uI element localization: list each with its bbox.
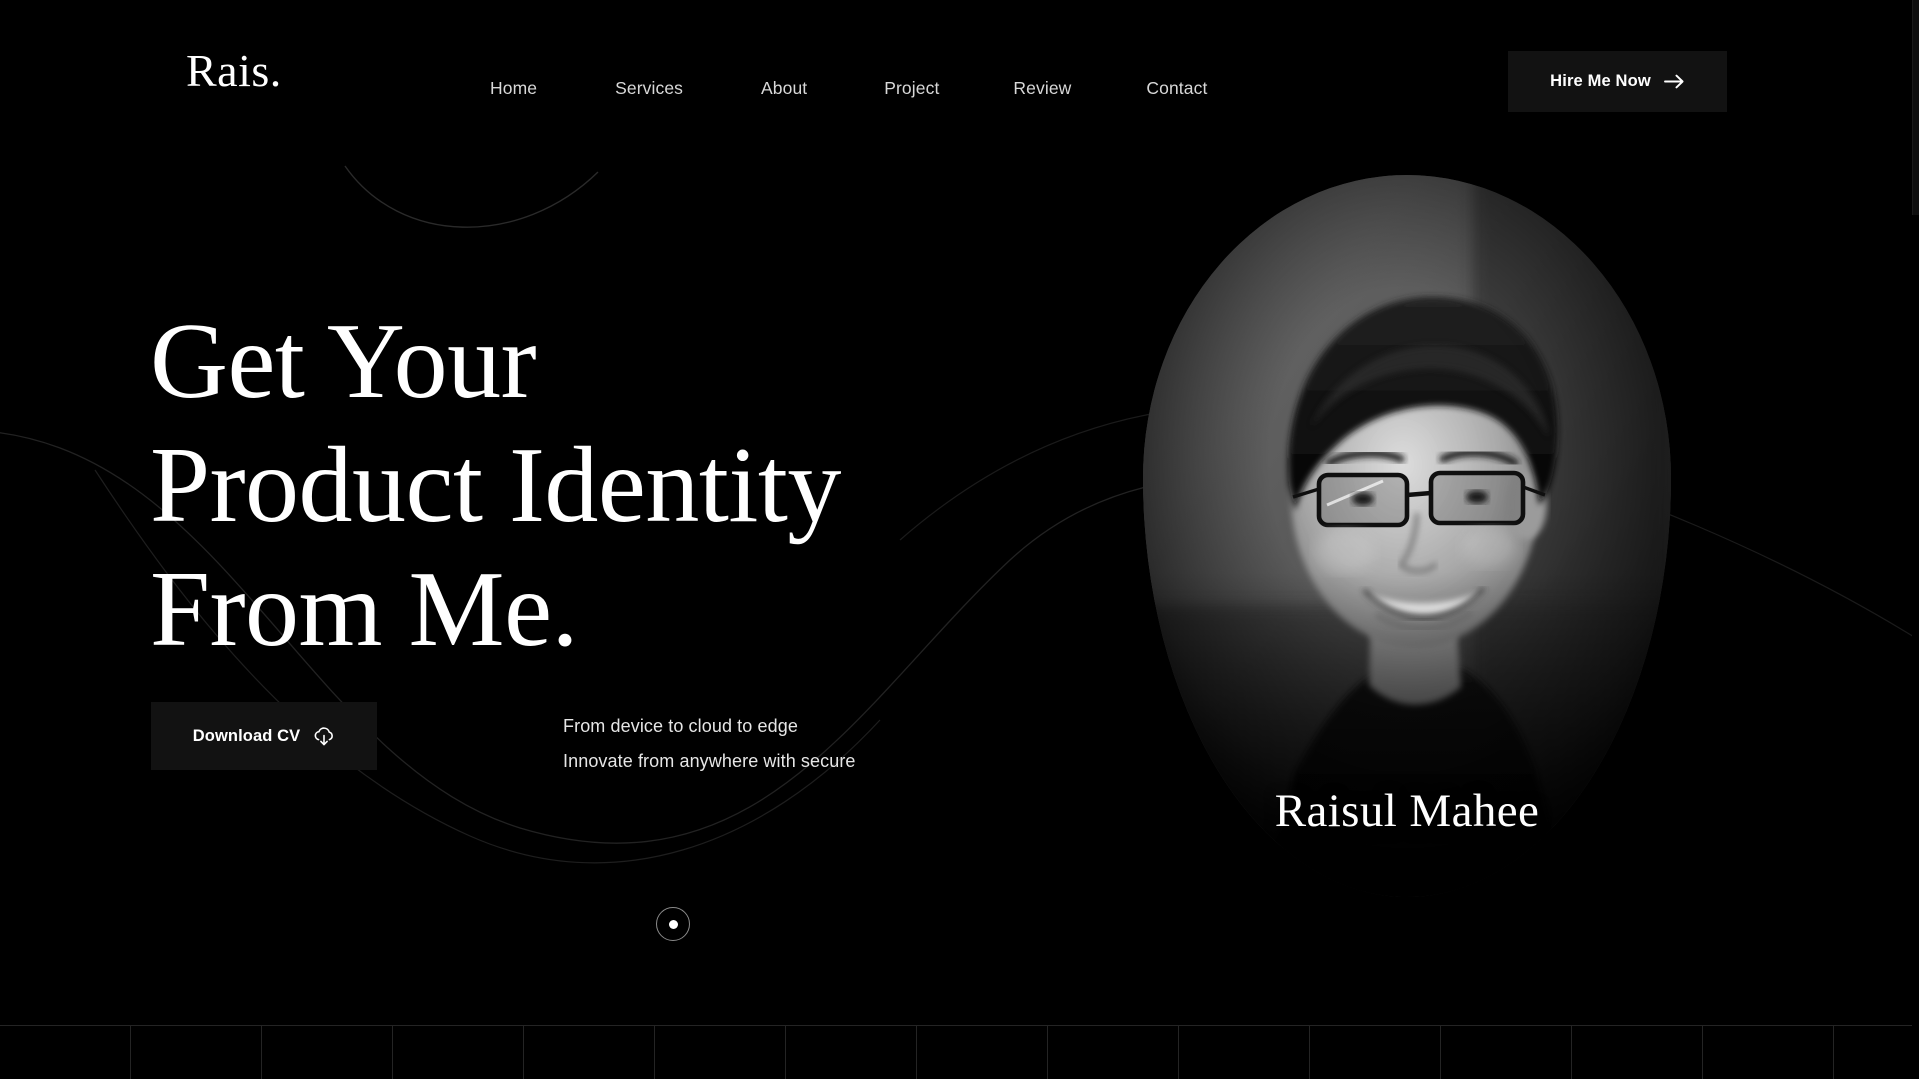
strip-cell: [655, 1026, 786, 1079]
strip-cell: [1572, 1026, 1703, 1079]
nav-item-services[interactable]: Services: [615, 74, 683, 103]
tagline-line-1: From device to cloud to edge: [563, 716, 798, 736]
strip-cell: [524, 1026, 655, 1079]
cloud-download-icon: [314, 726, 334, 745]
scrollbar-thumb[interactable]: [1912, 0, 1919, 215]
download-cv-label: Download CV: [192, 726, 301, 745]
strip-cell: [1048, 1026, 1179, 1079]
site-header: Rais. Home Services About Project Review…: [0, 0, 1919, 140]
strip-cell: [393, 1026, 524, 1079]
strip-cell: [1179, 1026, 1310, 1079]
strip-cell: [1310, 1026, 1441, 1079]
strip-cell: [1441, 1026, 1572, 1079]
logo[interactable]: Rais.: [186, 48, 282, 94]
strip-cell: [786, 1026, 917, 1079]
nav-item-home[interactable]: Home: [490, 74, 537, 103]
strip-cell: [131, 1026, 262, 1079]
hero-cta-row: Download CV From device to cloud to edge…: [151, 702, 856, 779]
headline-line-1: Get Your: [150, 302, 537, 421]
arrow-right-icon: [1663, 74, 1684, 89]
hero-tagline: From device to cloud to edge Innovate fr…: [563, 709, 856, 779]
main-nav: Home Services About Project Review Conta…: [490, 74, 1207, 103]
strip-cell: [0, 1026, 131, 1079]
scroll-indicator[interactable]: [656, 907, 690, 941]
nav-item-contact[interactable]: Contact: [1146, 74, 1207, 103]
portrait-frame: Raisul Mahee: [1143, 175, 1671, 897]
strip-cell: [917, 1026, 1048, 1079]
download-cv-button[interactable]: Download CV: [151, 702, 377, 770]
portrait-container: Raisul Mahee: [1143, 175, 1671, 897]
hire-me-now-label: Hire Me Now: [1550, 72, 1651, 90]
strip-cell: [262, 1026, 393, 1079]
strip-cell: [1703, 1026, 1834, 1079]
page-root: Rais. Home Services About Project Review…: [0, 0, 1919, 1079]
hire-me-now-button[interactable]: Hire Me Now: [1508, 51, 1727, 112]
nav-item-project[interactable]: Project: [884, 74, 939, 103]
scroll-dot-icon: [668, 919, 678, 929]
hero-section: Get Your Product Identity From Me. Downl…: [0, 0, 1919, 1079]
nav-item-about[interactable]: About: [761, 74, 807, 103]
headline-line-2: Product Identity: [150, 426, 841, 545]
portrait-name-overlay: Raisul Mahee: [1274, 785, 1540, 837]
tagline-line-2: Innovate from anywhere with secure: [563, 751, 856, 771]
nav-item-review[interactable]: Review: [1013, 74, 1071, 103]
headline-line-3: From Me.: [150, 550, 578, 669]
hero-headline: Get Your Product Identity From Me.: [150, 300, 841, 672]
bottom-divider-strip: [0, 1025, 1919, 1079]
